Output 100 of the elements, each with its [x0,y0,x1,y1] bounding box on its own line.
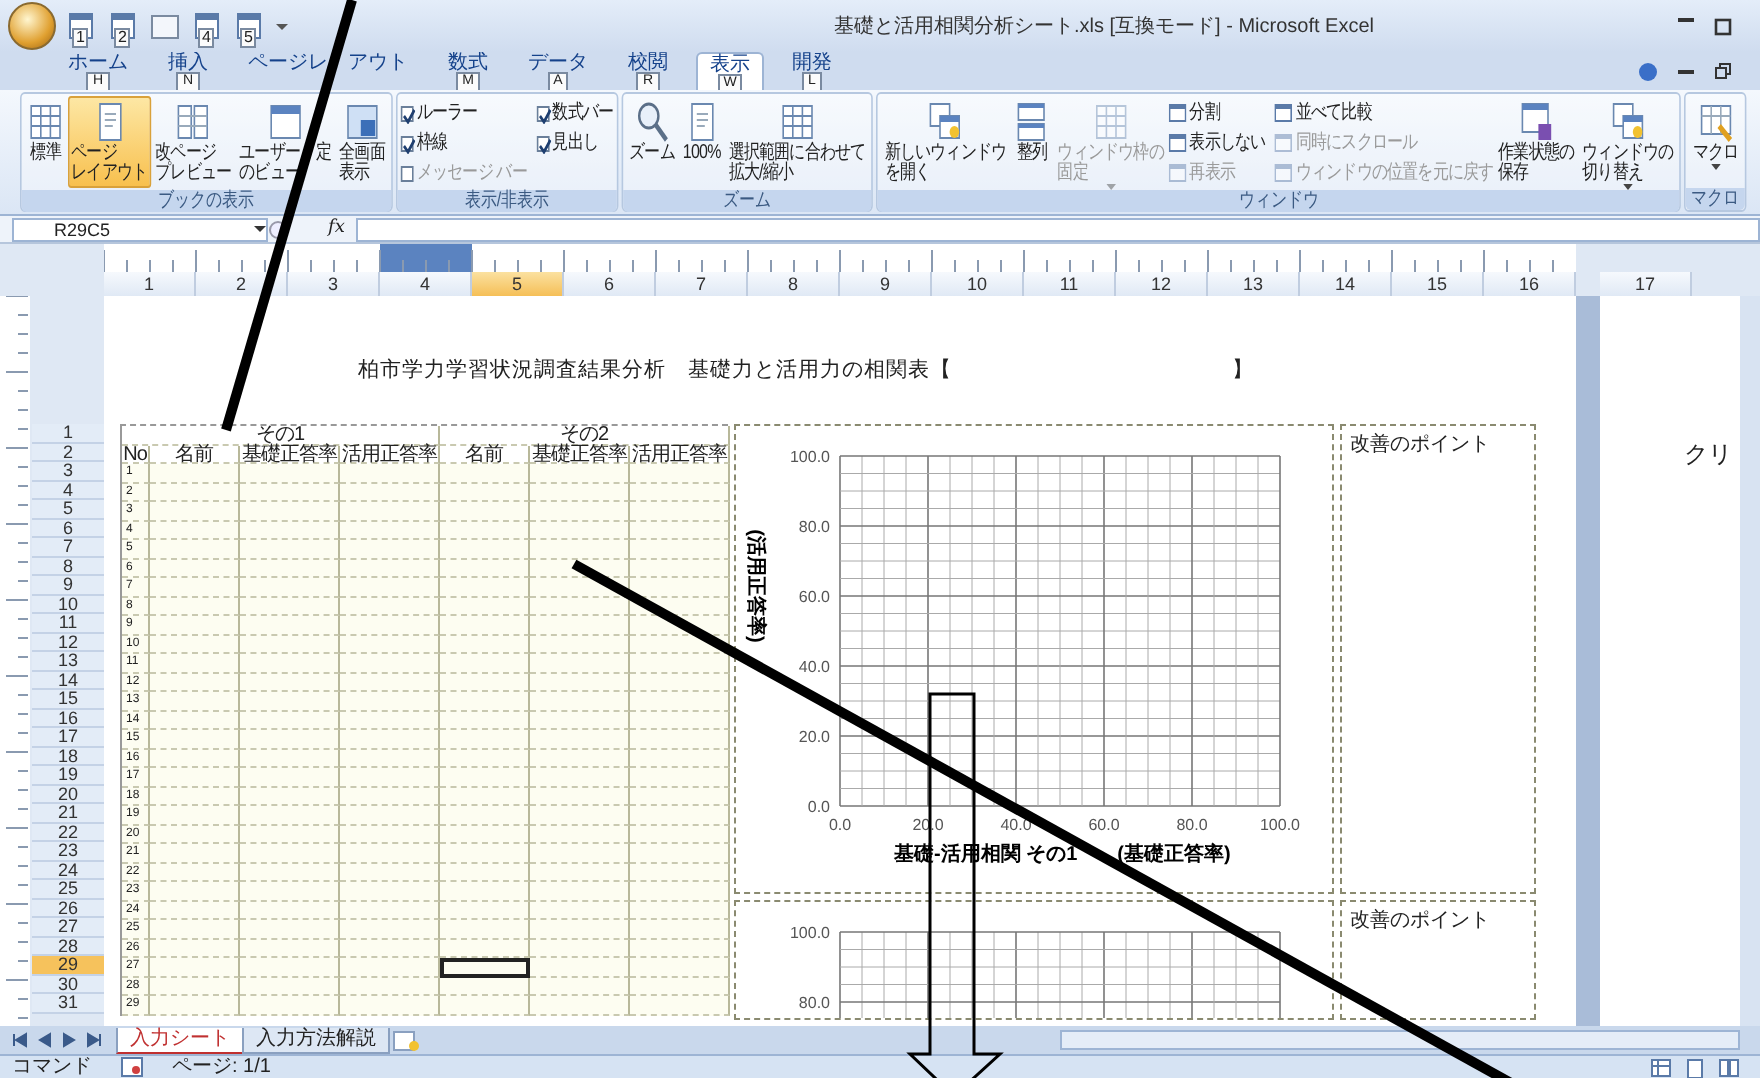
column-header[interactable]: 9 [840,272,932,296]
formula-field[interactable] [356,217,1760,241]
checkbox[interactable]: 見出し [536,128,614,158]
column-header[interactable]: 14 [1300,272,1392,296]
table-cell [340,540,440,559]
row-header[interactable]: 19 [32,766,104,785]
table-cell [530,711,630,730]
ribbon-button[interactable]: ズーム [626,96,679,168]
column-header[interactable]: 1 [104,272,196,296]
column-header[interactable]: 10 [932,272,1024,296]
table-cell [240,787,340,806]
name-box[interactable]: R29C5 [12,217,268,241]
window-icon [1168,132,1187,154]
row-header[interactable]: 5 [32,500,104,519]
column-header[interactable]: 4 [380,272,472,296]
row-header[interactable]: 31 [32,994,104,1013]
ribbon-button[interactable]: 全画面 表示 [336,96,388,188]
ribbon-button[interactable]: 整列 [1011,96,1053,168]
checkbox[interactable]: 枠線 [400,128,527,158]
table-cell [340,597,440,616]
table-cell [240,920,340,939]
table-cell [530,882,630,901]
column-header[interactable]: 6 [564,272,656,296]
windows-icon [927,100,963,144]
ribbon-button[interactable]: 改ページ プレビュー [152,96,235,188]
customize-icon [274,18,290,34]
row-header[interactable]: 13 [32,652,104,671]
column-header[interactable]: 17 [1600,272,1692,296]
macro-record-icon [120,1056,144,1078]
horizontal-scrollbar[interactable] [1060,1030,1740,1050]
ribbon-button[interactable]: 分割 [1168,98,1266,128]
row-header[interactable]: 11 [32,614,104,633]
maximize-icon [1714,17,1732,35]
table-cell [340,502,440,521]
tick-label: 100.0 [789,924,830,942]
column-header[interactable]: 12 [1116,272,1208,296]
new-sheet-icon [390,1029,422,1051]
table-cell [240,578,340,597]
ribbon-button[interactable]: マクロ [1689,96,1742,174]
row-header[interactable]: 25 [32,880,104,899]
column-header[interactable]: 16 [1484,272,1576,296]
table-cell [240,483,340,502]
column-header[interactable]: 5 [472,272,564,296]
window-icon [1014,100,1050,144]
table-cell [150,901,240,920]
checkbox[interactable]: ルーラー [400,98,527,128]
table-cell [150,844,240,863]
table-cell [240,996,340,1015]
notes-title: 改善のポイント [1350,434,1490,456]
table-cell [240,654,340,673]
window-icon [1518,100,1554,144]
column-header[interactable]: 11 [1024,272,1116,296]
row-header[interactable]: 17 [32,728,104,747]
row-header[interactable]: 29 [32,956,104,975]
row-header[interactable]: 23 [32,842,104,861]
insert-function-button[interactable]: fx [328,216,345,242]
ribbon-tab[interactable]: ページレ アウト [236,52,420,90]
group-label: 表示/非表示 [397,190,617,212]
table-cell [150,578,240,597]
table-cell [630,730,730,749]
table-cell [240,749,340,768]
ribbon-button[interactable]: 作業状態の 保存 [1494,96,1578,188]
column-header[interactable]: 7 [656,272,748,296]
row-header[interactable]: 3 [32,462,104,481]
table-cell [240,901,340,920]
column-header[interactable]: 13 [1208,272,1300,296]
table-cell [150,996,240,1015]
row-header[interactable]: 9 [32,576,104,595]
table-cell [530,692,630,711]
ribbon-button[interactable]: 選択範囲に合わせて 拡大/縮小 [725,96,869,188]
cell-cursor[interactable] [440,958,530,977]
axis-title: (活用正答率) [744,529,766,643]
sheet-tab[interactable]: 入力方法解説 [242,1027,390,1053]
row-header[interactable]: 7 [32,538,104,557]
tick-label: 100.0 [1259,816,1301,834]
office-button[interactable] [8,2,56,50]
table-cell [630,711,730,730]
table-cell [530,635,630,654]
table-cell [630,825,730,844]
column-header[interactable]: 15 [1392,272,1484,296]
row-header[interactable]: 15 [32,690,104,709]
ribbon-button[interactable]: ページ レイアウト [68,96,151,188]
row-header[interactable]: 1 [32,424,104,443]
column-header[interactable]: 8 [748,272,840,296]
table-cell [340,977,440,996]
notes-title: 改善のポイント [1350,910,1490,932]
checkbox[interactable]: 数式バー [536,98,614,128]
column-header[interactable]: 3 [288,272,380,296]
ribbon-button[interactable]: 新しいウィンドウ を開く [881,96,1010,188]
table-cell [340,521,440,540]
ribbon-button[interactable]: 表示しない [1168,128,1266,158]
vertical-scrollbar[interactable] [1740,296,1760,1026]
ribbon-button[interactable]: 並べて比較 [1274,98,1494,128]
ribbon-button[interactable]: 100% [679,96,724,168]
table-cell [530,654,630,673]
table-cell [240,730,340,749]
row-header[interactable]: 21 [32,804,104,823]
row-header[interactable]: 27 [32,918,104,937]
sheet-tab[interactable]: 入力シート [116,1027,244,1053]
ribbon-button[interactable]: 標準 [24,96,67,168]
